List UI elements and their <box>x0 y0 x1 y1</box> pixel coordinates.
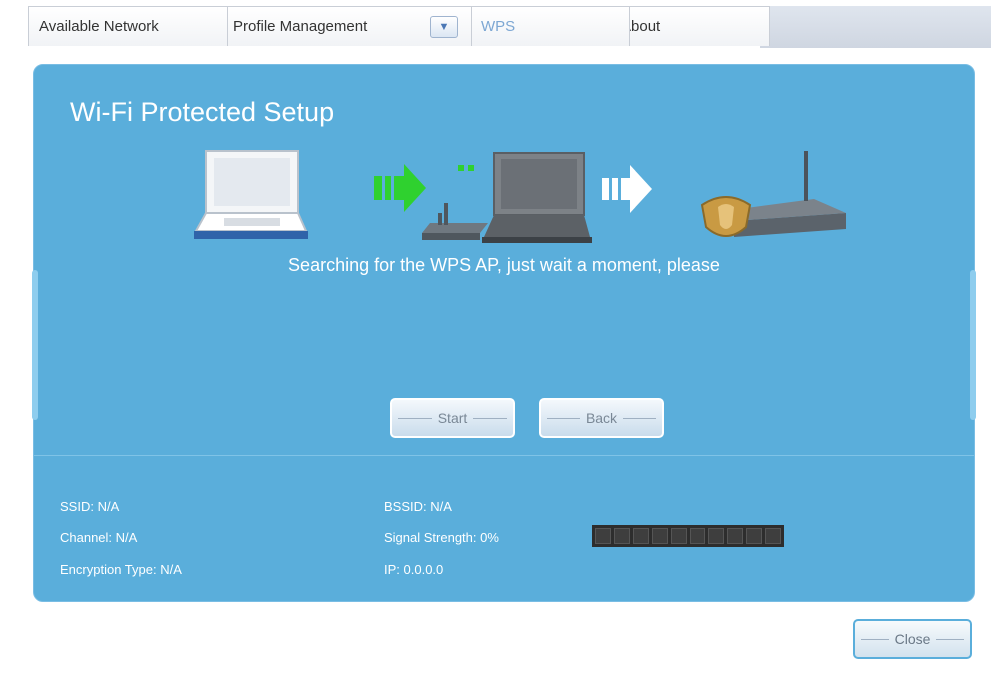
signal-segment <box>689 528 706 544</box>
start-button-line-left <box>398 417 432 419</box>
tab-profile-management-label: Profile Management <box>233 18 368 35</box>
signal-segment <box>613 528 630 544</box>
signal-segment <box>746 528 763 544</box>
signal-strength-meter <box>592 525 784 547</box>
ip-info: IP: 0.0.0.0 <box>384 562 444 577</box>
white-arrow-icon <box>602 165 652 213</box>
wps-illustration <box>194 150 846 243</box>
start-button-label: Start <box>437 410 468 426</box>
close-button-line-right <box>936 638 965 640</box>
laptop-icon <box>482 152 592 243</box>
close-button[interactable]: Close <box>853 619 972 659</box>
tab-about[interactable]: About <box>610 6 770 46</box>
panel-divider <box>34 455 974 456</box>
dropdown-arrow-icon: ▼ <box>438 21 450 33</box>
signal-segment <box>595 528 611 544</box>
back-button-line-right <box>623 417 656 419</box>
tab-wps-label: WPS <box>481 18 516 35</box>
back-button-line-left <box>547 417 580 419</box>
tab-bar-background <box>760 6 991 48</box>
tab-bar: About WPS Profile Management Available N… <box>0 0 991 48</box>
start-button[interactable]: Start <box>390 398 515 438</box>
tab-wps[interactable]: WPS <box>470 6 630 46</box>
start-button-line-right <box>473 417 508 419</box>
profile-dropdown-button[interactable]: ▼ <box>430 16 458 38</box>
signal-segment <box>727 528 744 544</box>
shield-router-icon <box>700 151 846 237</box>
signal-segment <box>708 528 725 544</box>
status-message: Searching for the WPS AP, just wait a mo… <box>288 255 720 275</box>
signal-segment <box>765 528 782 544</box>
ssid-info: SSID: N/A <box>60 499 120 514</box>
panel-edge-right <box>970 270 976 420</box>
signal-segment <box>670 528 687 544</box>
signal-segment <box>632 528 649 544</box>
tab-available-network[interactable]: Available Network <box>28 6 228 46</box>
wps-panel: Wi-Fi Protected Setup Searching for the … <box>32 64 976 602</box>
tab-available-network-label: Available Network <box>39 18 159 35</box>
green-arrow-icon <box>374 164 474 212</box>
encryption-info: Encryption Type: N/A <box>60 562 182 577</box>
signal-strength-info: Signal Strength: 0% <box>384 530 499 545</box>
laptop-icon <box>194 150 308 239</box>
bssid-info: BSSID: N/A <box>384 499 452 514</box>
router-icon <box>422 203 488 240</box>
panel-edge-left <box>32 270 38 420</box>
back-button[interactable]: Back <box>539 398 664 438</box>
close-button-line-left <box>861 638 889 640</box>
signal-segment <box>651 528 668 544</box>
close-button-label: Close <box>894 631 931 647</box>
channel-info: Channel: N/A <box>60 530 138 545</box>
back-button-label: Back <box>585 410 618 426</box>
